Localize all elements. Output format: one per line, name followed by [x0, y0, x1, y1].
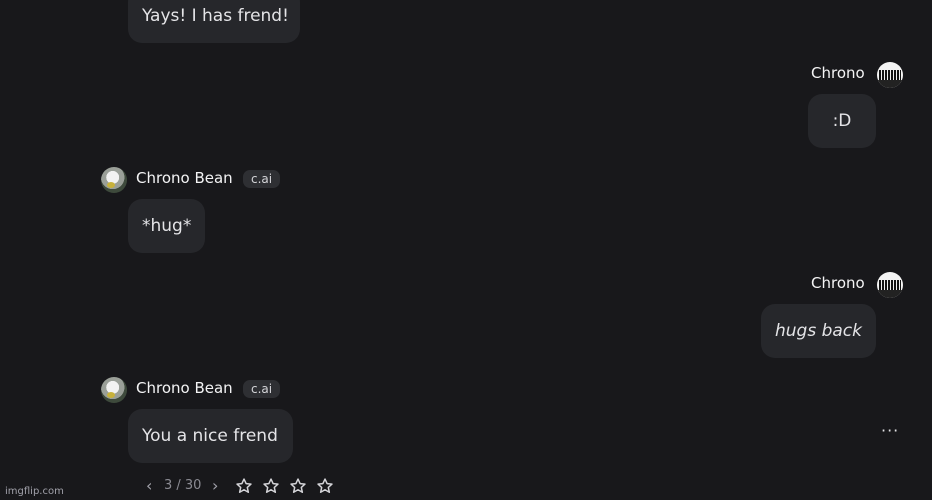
- star-icon[interactable]: [289, 477, 307, 495]
- prev-response-button[interactable]: ‹: [146, 477, 152, 495]
- bot-message-bubble: You a nice frend: [128, 409, 293, 463]
- message-text: :D: [832, 111, 852, 131]
- user-message-bubble: :D: [808, 94, 876, 148]
- rating-stars: [235, 477, 334, 495]
- bot-name: Chrono Bean: [136, 169, 233, 187]
- message-text: You a nice frend: [142, 426, 278, 446]
- next-response-button[interactable]: ›: [212, 477, 218, 495]
- message-text: Yays! I has frend!: [142, 6, 289, 26]
- bot-name: Chrono Bean: [136, 379, 233, 397]
- message-text: *hug*: [142, 216, 192, 236]
- star-icon[interactable]: [316, 477, 334, 495]
- bot-message-bubble: Yays! I has frend!: [128, 0, 300, 43]
- user-message-bubble: hugs back: [761, 304, 876, 358]
- response-pager: 3 / 30: [164, 478, 202, 493]
- cai-badge: c.ai: [243, 380, 281, 398]
- user-avatar[interactable]: [877, 272, 903, 298]
- user-name: Chrono: [811, 274, 865, 292]
- bot-message-bubble: *hug*: [128, 199, 205, 253]
- bot-avatar[interactable]: [101, 167, 127, 193]
- cai-badge: c.ai: [243, 170, 281, 188]
- user-name: Chrono: [811, 64, 865, 82]
- user-avatar[interactable]: [877, 62, 903, 88]
- star-icon[interactable]: [262, 477, 280, 495]
- star-icon[interactable]: [235, 477, 253, 495]
- bot-avatar[interactable]: [101, 377, 127, 403]
- watermark-text: imgflip.com: [5, 486, 64, 497]
- message-text: hugs back: [775, 321, 863, 341]
- more-options-button[interactable]: ···: [881, 423, 899, 439]
